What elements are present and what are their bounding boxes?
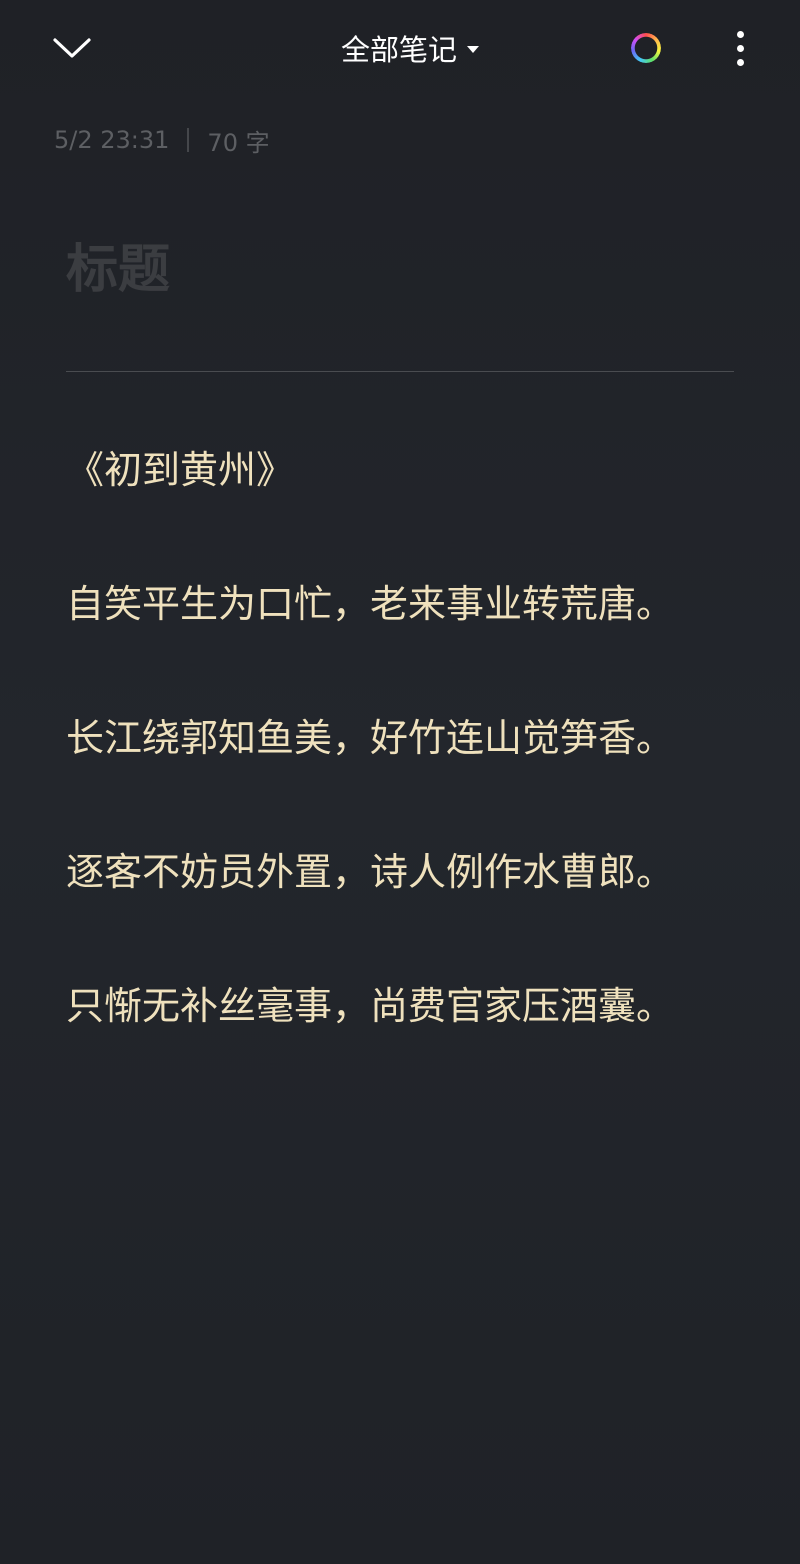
- notebook-selector[interactable]: 全部笔记: [310, 24, 510, 72]
- meta-separator: [187, 128, 190, 152]
- note-line: 自笑平生为口忙，老来事业转荒唐。: [66, 582, 675, 626]
- caret-down-icon: [467, 45, 479, 53]
- top-app-bar: 全部笔记: [0, 0, 800, 96]
- chevron-down-icon: [53, 38, 91, 58]
- note-line: 逐客不妨员外置，诗人例作水曹郎。: [66, 850, 675, 894]
- more-vertical-icon-dot: [736, 44, 744, 52]
- title-divider: [66, 371, 734, 372]
- note-timestamp: 5/2 23:31: [54, 126, 170, 154]
- more-options-button[interactable]: [718, 22, 762, 74]
- collapse-button[interactable]: [44, 22, 100, 74]
- color-picker-button[interactable]: [624, 26, 668, 70]
- note-body-editor[interactable]: 《初到黄州》 自笑平生为口忙，老来事业转荒唐。 长江绕郭知鱼美，好竹连山觉笋香。…: [66, 430, 756, 1100]
- more-vertical-icon: [736, 30, 744, 38]
- notebook-selector-label: 全部笔记: [340, 33, 457, 67]
- note-line: 长江绕郭知鱼美，好竹连山觉笋香。: [66, 716, 675, 760]
- note-word-count: 70 字: [207, 128, 270, 157]
- note-line: 只惭无补丝毫事，尚费官家压酒囊。: [66, 984, 675, 1028]
- color-ring-icon: [631, 33, 661, 63]
- note-title-field[interactable]: 标题: [66, 230, 734, 310]
- note-meta: 5/2 23:31 70 字: [54, 122, 270, 158]
- more-vertical-icon-dot: [736, 58, 744, 66]
- note-line: 《初到黄州》: [66, 448, 295, 492]
